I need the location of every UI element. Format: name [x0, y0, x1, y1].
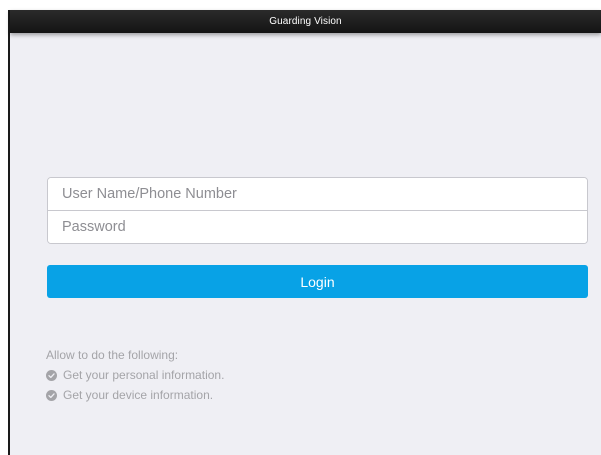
permission-label: Get your device information. — [63, 388, 214, 402]
check-circle-icon — [46, 389, 57, 401]
permission-item-personal: Get your personal information. — [46, 365, 224, 385]
credentials-group — [47, 177, 588, 244]
permissions-list: Allow to do the following: Get your pers… — [46, 345, 224, 405]
login-form: Login — [47, 177, 588, 298]
app-window: Guarding Vision Login Allow to do the fo… — [8, 10, 601, 455]
login-button[interactable]: Login — [47, 265, 588, 298]
username-input[interactable] — [48, 178, 587, 210]
permission-item-device: Get your device information. — [46, 385, 224, 405]
check-circle-icon — [46, 369, 57, 381]
window-title: Guarding Vision — [269, 16, 342, 27]
password-input[interactable] — [48, 211, 587, 243]
permissions-heading: Allow to do the following: — [46, 348, 179, 362]
title-bar[interactable]: Guarding Vision — [10, 10, 601, 33]
permission-label: Get your personal information. — [63, 368, 225, 382]
